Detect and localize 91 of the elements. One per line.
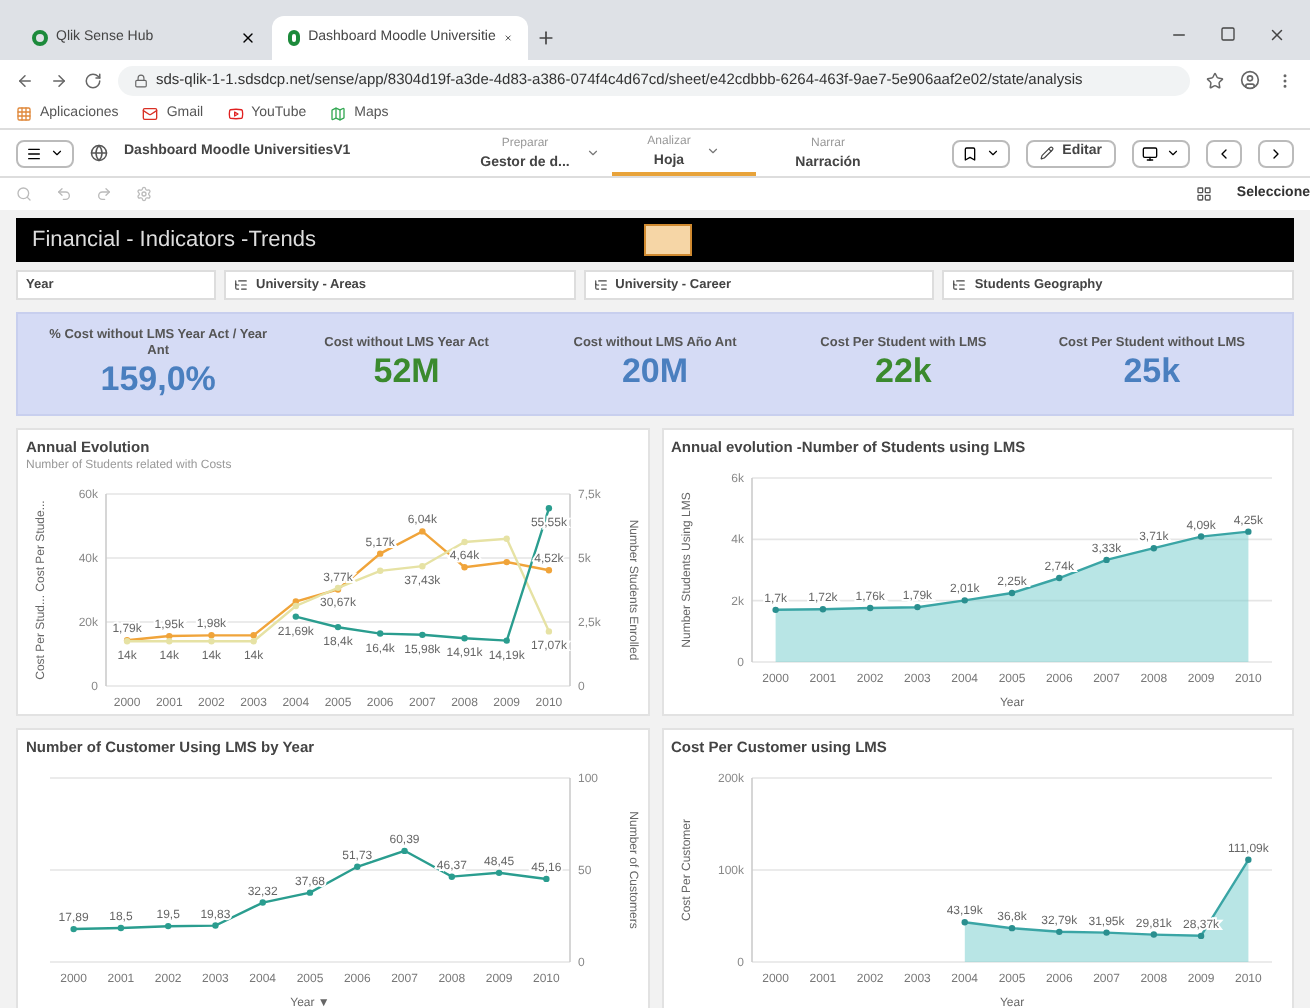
forward-icon[interactable] bbox=[50, 71, 68, 89]
data-point bbox=[1149, 545, 1156, 552]
new-tab-icon[interactable] bbox=[536, 28, 556, 48]
data-point bbox=[545, 628, 553, 635]
data-point bbox=[1102, 929, 1109, 936]
maximize-icon[interactable] bbox=[1220, 26, 1236, 42]
data-point bbox=[1244, 528, 1251, 535]
data-point bbox=[419, 563, 426, 570]
data-point bbox=[212, 922, 219, 929]
kpi-value: 52M bbox=[373, 352, 440, 392]
data-point bbox=[1007, 924, 1015, 932]
data-point bbox=[419, 631, 426, 639]
next-button[interactable] bbox=[1258, 139, 1294, 167]
data-point bbox=[818, 606, 826, 613]
apps-grid-icon bbox=[16, 106, 32, 122]
data-point bbox=[117, 924, 125, 932]
data-point bbox=[545, 505, 553, 512]
profile-icon[interactable] bbox=[1240, 70, 1260, 90]
data-point bbox=[913, 603, 920, 611]
kpi-value: 25k bbox=[1123, 352, 1181, 392]
reload-icon[interactable] bbox=[84, 71, 102, 89]
display-button[interactable] bbox=[1132, 139, 1190, 167]
data-point bbox=[1055, 574, 1062, 582]
data-point bbox=[1196, 533, 1204, 540]
qlik-logo-icon bbox=[288, 30, 301, 46]
data-point bbox=[1149, 931, 1156, 938]
data-point bbox=[1244, 856, 1251, 863]
data-point bbox=[771, 606, 778, 614]
qlik-logo-icon bbox=[32, 30, 48, 46]
data-point bbox=[377, 630, 384, 637]
kpi-value: 22k bbox=[875, 352, 932, 392]
data-point bbox=[306, 889, 314, 896]
data-point bbox=[448, 873, 455, 880]
data-point bbox=[1055, 928, 1062, 936]
drilldown-icon bbox=[234, 278, 248, 292]
data-point bbox=[960, 919, 967, 926]
bookmark-icon bbox=[962, 145, 979, 161]
data-point bbox=[495, 869, 503, 877]
previous-button[interactable] bbox=[1206, 139, 1242, 167]
pencil-icon bbox=[1040, 146, 1055, 160]
chevron-left-icon bbox=[1216, 145, 1232, 161]
sheet-title: Financial - Indicators -Trends bbox=[32, 225, 317, 256]
menu-button[interactable] bbox=[16, 139, 74, 167]
data-point bbox=[545, 567, 553, 574]
video-play-icon bbox=[227, 106, 244, 122]
data-point bbox=[960, 597, 967, 604]
globe-icon bbox=[90, 144, 108, 162]
bookmark-button[interactable] bbox=[952, 139, 1011, 167]
data-point bbox=[503, 637, 510, 644]
map-icon bbox=[330, 106, 347, 122]
data-point bbox=[334, 623, 342, 631]
data-point bbox=[165, 922, 172, 930]
data-point bbox=[70, 925, 77, 933]
menu-icon bbox=[26, 145, 42, 161]
selections-icon bbox=[1196, 186, 1213, 202]
data-point bbox=[419, 528, 426, 535]
data-point bbox=[401, 847, 408, 855]
data-point bbox=[292, 613, 299, 620]
data-point bbox=[461, 564, 468, 571]
data-point bbox=[1007, 589, 1015, 597]
drilldown-icon bbox=[593, 278, 608, 292]
close-icon[interactable] bbox=[240, 30, 256, 46]
data-point bbox=[866, 604, 873, 612]
kpi-value: 20M bbox=[621, 352, 689, 392]
chevron-right-icon bbox=[1268, 145, 1284, 161]
data-point bbox=[377, 550, 384, 557]
star-icon[interactable] bbox=[1206, 71, 1224, 89]
lock-icon bbox=[134, 73, 148, 87]
kpi-value: 159,0% bbox=[100, 360, 216, 400]
data-point bbox=[354, 863, 361, 870]
data-point bbox=[461, 538, 468, 546]
caret-icon bbox=[1166, 146, 1180, 160]
logo-image bbox=[644, 224, 692, 256]
mail-icon bbox=[142, 106, 159, 122]
caret-icon bbox=[50, 146, 64, 160]
caret-icon bbox=[585, 146, 600, 160]
data-point bbox=[259, 899, 266, 906]
data-point bbox=[377, 567, 384, 574]
monitor-icon bbox=[1142, 145, 1158, 161]
drilldown-icon bbox=[952, 278, 967, 292]
data-point bbox=[503, 535, 510, 542]
data-point bbox=[123, 638, 131, 645]
data-point bbox=[503, 558, 510, 566]
data-point bbox=[543, 875, 550, 883]
data-point bbox=[461, 635, 468, 642]
data-point bbox=[1196, 932, 1204, 940]
close-icon[interactable] bbox=[1268, 26, 1286, 44]
caret-icon bbox=[706, 144, 721, 158]
data-point bbox=[1102, 556, 1109, 564]
caret-icon bbox=[986, 146, 1001, 160]
back-icon[interactable] bbox=[16, 71, 34, 89]
